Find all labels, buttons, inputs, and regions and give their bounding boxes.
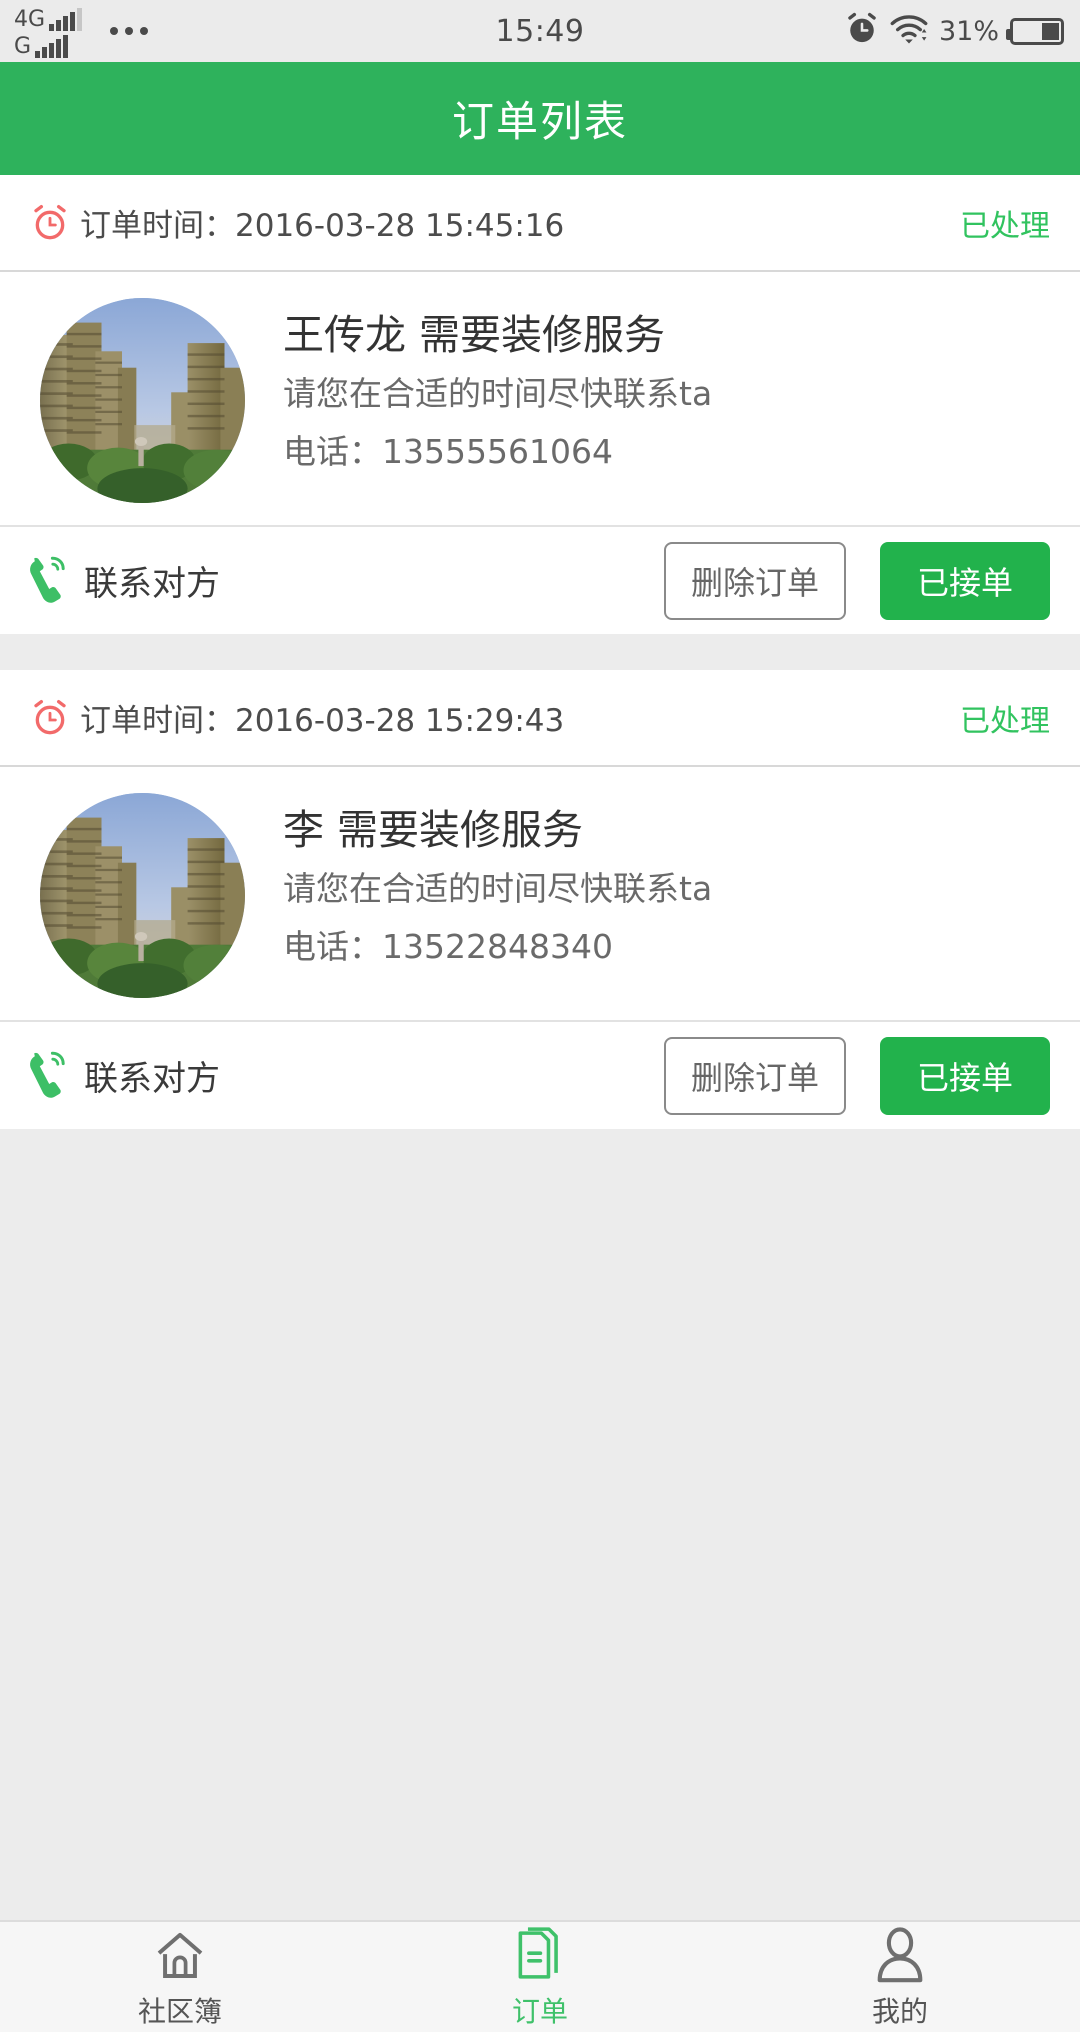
order-card: 订单时间：2016-03-28 15:45:16 已处理 王传龙 需要装修服务 … bbox=[0, 175, 1080, 634]
customer-title: 李 需要装修服务 bbox=[283, 806, 584, 854]
order-action-row: 联系对方 删除订单 已接单 bbox=[0, 525, 1080, 634]
delete-order-button[interactable]: 删除订单 bbox=[664, 1036, 846, 1115]
contact-button[interactable]: 联系对方 bbox=[22, 555, 664, 607]
person-icon bbox=[869, 1924, 931, 1986]
card-separator bbox=[0, 634, 1080, 670]
contact-label: 联系对方 bbox=[84, 564, 220, 604]
tab-label: 社区簿 bbox=[137, 1995, 222, 2028]
accept-order-button[interactable]: 已接单 bbox=[880, 541, 1050, 620]
phone-handset-icon bbox=[22, 1050, 70, 1102]
orders-scroll-area[interactable]: 订单时间：2016-03-28 15:45:16 已处理 王传龙 需要装修服务 … bbox=[0, 175, 1080, 1920]
document-icon bbox=[509, 1924, 571, 1986]
apartment-building-avatar[interactable] bbox=[40, 793, 245, 998]
order-time-label: 订单时间：2016-03-28 15:45:16 bbox=[80, 208, 565, 244]
status-badge: 已处理 bbox=[960, 703, 1050, 739]
alarm-clock-icon bbox=[30, 698, 70, 738]
order-time-row: 订单时间：2016-03-28 15:45:16 已处理 bbox=[0, 175, 1080, 272]
tab-label: 订单 bbox=[511, 1995, 568, 2028]
customer-row: 王传龙 需要装修服务 请您在合适的时间尽快联系ta 电话：13555561064 bbox=[0, 272, 1080, 525]
customer-title: 王传龙 需要装修服务 bbox=[283, 311, 666, 359]
order-card: 订单时间：2016-03-28 15:29:43 已处理 李 需要装修服务 请您… bbox=[0, 670, 1080, 1129]
customer-info: 王传龙 需要装修服务 请您在合适的时间尽快联系ta 电话：13555561064 bbox=[283, 298, 712, 476]
app-header: 订单列表 bbox=[0, 62, 1080, 175]
contact-button[interactable]: 联系对方 bbox=[22, 1050, 664, 1102]
wifi-icon bbox=[890, 13, 928, 49]
bottom-tab-bar: 社区簿 订单 我的 bbox=[0, 1920, 1080, 2032]
tab-label: 我的 bbox=[871, 1995, 928, 2028]
battery-percent-label: 31% bbox=[938, 15, 999, 47]
status-badge: 已处理 bbox=[960, 208, 1050, 244]
customer-note: 请您在合适的时间尽快联系ta bbox=[283, 374, 713, 414]
customer-phone: 电话：13555561064 bbox=[283, 431, 613, 471]
tab-orders[interactable]: 订单 bbox=[360, 1922, 720, 2032]
alarm-clock-icon bbox=[30, 203, 70, 243]
tab-community[interactable]: 社区簿 bbox=[0, 1922, 360, 2032]
apartment-building-avatar[interactable] bbox=[40, 298, 245, 503]
home-icon bbox=[149, 1924, 211, 1986]
page-title: 订单列表 bbox=[451, 97, 628, 146]
status-bar-right: 31% bbox=[845, 0, 1064, 62]
empty-list-space bbox=[0, 1129, 1080, 1920]
customer-info: 李 需要装修服务 请您在合适的时间尽快联系ta 电话：13522848340 bbox=[283, 793, 712, 971]
contact-label: 联系对方 bbox=[84, 1059, 220, 1099]
order-action-row: 联系对方 删除订单 已接单 bbox=[0, 1020, 1080, 1129]
alarm-clock-icon bbox=[845, 12, 879, 50]
tab-profile[interactable]: 我的 bbox=[720, 1922, 1080, 2032]
customer-note: 请您在合适的时间尽快联系ta bbox=[283, 869, 713, 909]
status-bar: 4G G 15:49 31% bbox=[0, 0, 1080, 62]
order-time-row: 订单时间：2016-03-28 15:29:43 已处理 bbox=[0, 670, 1080, 767]
battery-icon bbox=[1006, 17, 1064, 45]
delete-order-button[interactable]: 删除订单 bbox=[664, 541, 846, 620]
accept-order-button[interactable]: 已接单 bbox=[880, 1036, 1050, 1115]
order-time-label: 订单时间：2016-03-28 15:29:43 bbox=[80, 703, 565, 739]
customer-row: 李 需要装修服务 请您在合适的时间尽快联系ta 电话：13522848340 bbox=[0, 767, 1080, 1020]
customer-phone: 电话：13522848340 bbox=[283, 926, 613, 966]
phone-handset-icon bbox=[22, 555, 70, 607]
